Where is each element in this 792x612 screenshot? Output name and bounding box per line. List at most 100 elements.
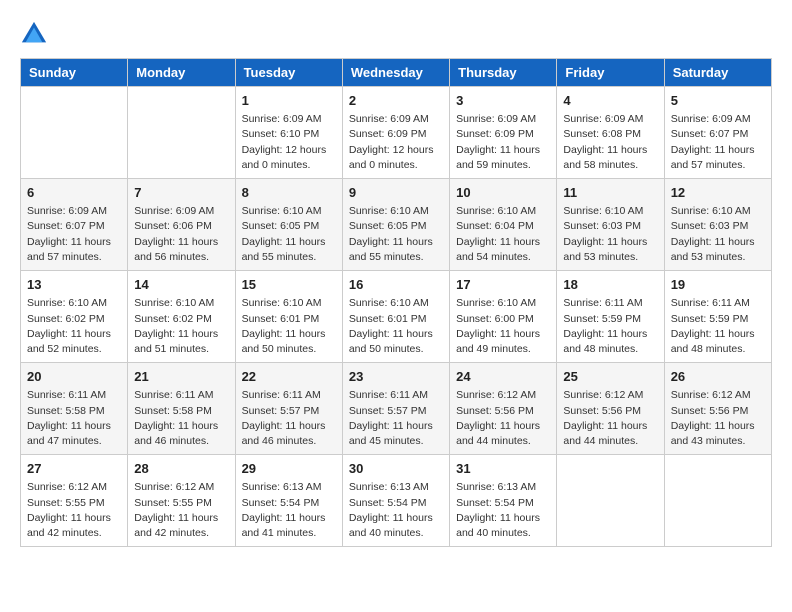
calendar-cell: 23 Sunrise: 6:11 AMSunset: 5:57 PMDayligh…	[342, 363, 449, 455]
calendar-cell: 25 Sunrise: 6:12 AMSunset: 5:56 PMDayligh…	[557, 363, 664, 455]
day-number: 20	[27, 368, 121, 386]
day-number: 23	[349, 368, 443, 386]
day-number: 30	[349, 460, 443, 478]
day-number: 19	[671, 276, 765, 294]
day-info: Sunrise: 6:11 AMSunset: 5:58 PMDaylight:…	[134, 388, 228, 449]
weekday-header-friday: Friday	[557, 59, 664, 87]
calendar-cell: 20 Sunrise: 6:11 AMSunset: 5:58 PMDayligh…	[21, 363, 128, 455]
calendar-cell	[128, 87, 235, 179]
weekday-header-monday: Monday	[128, 59, 235, 87]
day-number: 21	[134, 368, 228, 386]
day-info: Sunrise: 6:11 AMSunset: 5:57 PMDaylight:…	[242, 388, 336, 449]
calendar-cell: 6 Sunrise: 6:09 AMSunset: 6:07 PMDaylight…	[21, 179, 128, 271]
week-row-4: 27 Sunrise: 6:12 AMSunset: 5:55 PMDayligh…	[21, 455, 772, 547]
calendar-cell: 5 Sunrise: 6:09 AMSunset: 6:07 PMDaylight…	[664, 87, 771, 179]
day-number: 28	[134, 460, 228, 478]
day-number: 2	[349, 92, 443, 110]
day-info: Sunrise: 6:13 AMSunset: 5:54 PMDaylight:…	[349, 480, 443, 541]
calendar-cell: 12 Sunrise: 6:10 AMSunset: 6:03 PMDayligh…	[664, 179, 771, 271]
day-info: Sunrise: 6:12 AMSunset: 5:56 PMDaylight:…	[671, 388, 765, 449]
week-row-3: 20 Sunrise: 6:11 AMSunset: 5:58 PMDayligh…	[21, 363, 772, 455]
weekday-header-wednesday: Wednesday	[342, 59, 449, 87]
weekday-header-thursday: Thursday	[450, 59, 557, 87]
calendar-cell: 27 Sunrise: 6:12 AMSunset: 5:55 PMDayligh…	[21, 455, 128, 547]
calendar-cell: 16 Sunrise: 6:10 AMSunset: 6:01 PMDayligh…	[342, 271, 449, 363]
day-number: 5	[671, 92, 765, 110]
day-info: Sunrise: 6:09 AMSunset: 6:09 PMDaylight:…	[349, 112, 443, 173]
day-number: 29	[242, 460, 336, 478]
weekday-header-sunday: Sunday	[21, 59, 128, 87]
calendar-cell: 28 Sunrise: 6:12 AMSunset: 5:55 PMDayligh…	[128, 455, 235, 547]
calendar-cell: 19 Sunrise: 6:11 AMSunset: 5:59 PMDayligh…	[664, 271, 771, 363]
day-info: Sunrise: 6:11 AMSunset: 5:58 PMDaylight:…	[27, 388, 121, 449]
day-info: Sunrise: 6:10 AMSunset: 6:02 PMDaylight:…	[27, 296, 121, 357]
calendar-cell	[21, 87, 128, 179]
day-info: Sunrise: 6:12 AMSunset: 5:56 PMDaylight:…	[563, 388, 657, 449]
calendar-cell: 8 Sunrise: 6:10 AMSunset: 6:05 PMDaylight…	[235, 179, 342, 271]
day-number: 13	[27, 276, 121, 294]
day-info: Sunrise: 6:12 AMSunset: 5:55 PMDaylight:…	[134, 480, 228, 541]
day-info: Sunrise: 6:10 AMSunset: 6:04 PMDaylight:…	[456, 204, 550, 265]
day-number: 18	[563, 276, 657, 294]
day-info: Sunrise: 6:09 AMSunset: 6:09 PMDaylight:…	[456, 112, 550, 173]
day-number: 10	[456, 184, 550, 202]
day-info: Sunrise: 6:09 AMSunset: 6:08 PMDaylight:…	[563, 112, 657, 173]
day-number: 17	[456, 276, 550, 294]
day-info: Sunrise: 6:09 AMSunset: 6:07 PMDaylight:…	[671, 112, 765, 173]
calendar-cell: 30 Sunrise: 6:13 AMSunset: 5:54 PMDayligh…	[342, 455, 449, 547]
day-number: 11	[563, 184, 657, 202]
day-number: 14	[134, 276, 228, 294]
day-number: 15	[242, 276, 336, 294]
calendar-cell: 31 Sunrise: 6:13 AMSunset: 5:54 PMDayligh…	[450, 455, 557, 547]
week-row-1: 6 Sunrise: 6:09 AMSunset: 6:07 PMDaylight…	[21, 179, 772, 271]
day-info: Sunrise: 6:10 AMSunset: 6:05 PMDaylight:…	[242, 204, 336, 265]
day-number: 1	[242, 92, 336, 110]
day-info: Sunrise: 6:10 AMSunset: 6:01 PMDaylight:…	[242, 296, 336, 357]
day-info: Sunrise: 6:11 AMSunset: 5:59 PMDaylight:…	[563, 296, 657, 357]
day-number: 26	[671, 368, 765, 386]
calendar-cell: 1Sunrise: 6:09 AMSunset: 6:10 PMDaylight…	[235, 87, 342, 179]
calendar-cell: 24Sunrise: 6:12 AMSunset: 5:56 PMDayligh…	[450, 363, 557, 455]
day-number: 4	[563, 92, 657, 110]
page-header	[20, 20, 772, 48]
logo-icon	[20, 20, 48, 48]
logo	[20, 20, 52, 48]
calendar-cell: 14 Sunrise: 6:10 AMSunset: 6:02 PMDayligh…	[128, 271, 235, 363]
weekday-header-tuesday: Tuesday	[235, 59, 342, 87]
day-info: Sunrise: 6:13 AMSunset: 5:54 PMDaylight:…	[242, 480, 336, 541]
day-info: Sunrise: 6:11 AMSunset: 5:59 PMDaylight:…	[671, 296, 765, 357]
calendar-cell: 2 Sunrise: 6:09 AMSunset: 6:09 PMDaylight…	[342, 87, 449, 179]
calendar-cell: 3 Sunrise: 6:09 AMSunset: 6:09 PMDaylight…	[450, 87, 557, 179]
day-number: 8	[242, 184, 336, 202]
day-info: Sunrise: 6:10 AMSunset: 6:03 PMDaylight:…	[563, 204, 657, 265]
calendar-cell: 21 Sunrise: 6:11 AMSunset: 5:58 PMDayligh…	[128, 363, 235, 455]
day-info: Sunrise: 6:10 AMSunset: 6:02 PMDaylight:…	[134, 296, 228, 357]
day-number: 9	[349, 184, 443, 202]
day-number: 24	[456, 368, 550, 386]
weekday-header-row: SundayMondayTuesdayWednesdayThursdayFrid…	[21, 59, 772, 87]
weekday-header-saturday: Saturday	[664, 59, 771, 87]
calendar-cell: 22 Sunrise: 6:11 AMSunset: 5:57 PMDayligh…	[235, 363, 342, 455]
calendar-table: SundayMondayTuesdayWednesdayThursdayFrid…	[20, 58, 772, 547]
day-number: 3	[456, 92, 550, 110]
day-info: Sunrise: 6:09 AMSunset: 6:07 PMDaylight:…	[27, 204, 121, 265]
day-number: 22	[242, 368, 336, 386]
day-info: Sunrise: 6:09 AMSunset: 6:06 PMDaylight:…	[134, 204, 228, 265]
week-row-2: 13 Sunrise: 6:10 AMSunset: 6:02 PMDayligh…	[21, 271, 772, 363]
day-number: 25	[563, 368, 657, 386]
day-number: 12	[671, 184, 765, 202]
day-info: Sunrise: 6:10 AMSunset: 6:01 PMDaylight:…	[349, 296, 443, 357]
day-number: 16	[349, 276, 443, 294]
day-info: Sunrise: 6:10 AMSunset: 6:03 PMDaylight:…	[671, 204, 765, 265]
calendar-cell	[557, 455, 664, 547]
calendar-cell: 7Sunrise: 6:09 AMSunset: 6:06 PMDaylight…	[128, 179, 235, 271]
day-info: Sunrise: 6:10 AMSunset: 6:00 PMDaylight:…	[456, 296, 550, 357]
day-info: Sunrise: 6:13 AMSunset: 5:54 PMDaylight:…	[456, 480, 550, 541]
day-number: 31	[456, 460, 550, 478]
day-number: 6	[27, 184, 121, 202]
calendar-cell: 17 Sunrise: 6:10 AMSunset: 6:00 PMDayligh…	[450, 271, 557, 363]
day-info: Sunrise: 6:11 AMSunset: 5:57 PMDaylight:…	[349, 388, 443, 449]
day-number: 27	[27, 460, 121, 478]
day-info: Sunrise: 6:12 AMSunset: 5:55 PMDaylight:…	[27, 480, 121, 541]
calendar-cell: 13 Sunrise: 6:10 AMSunset: 6:02 PMDayligh…	[21, 271, 128, 363]
